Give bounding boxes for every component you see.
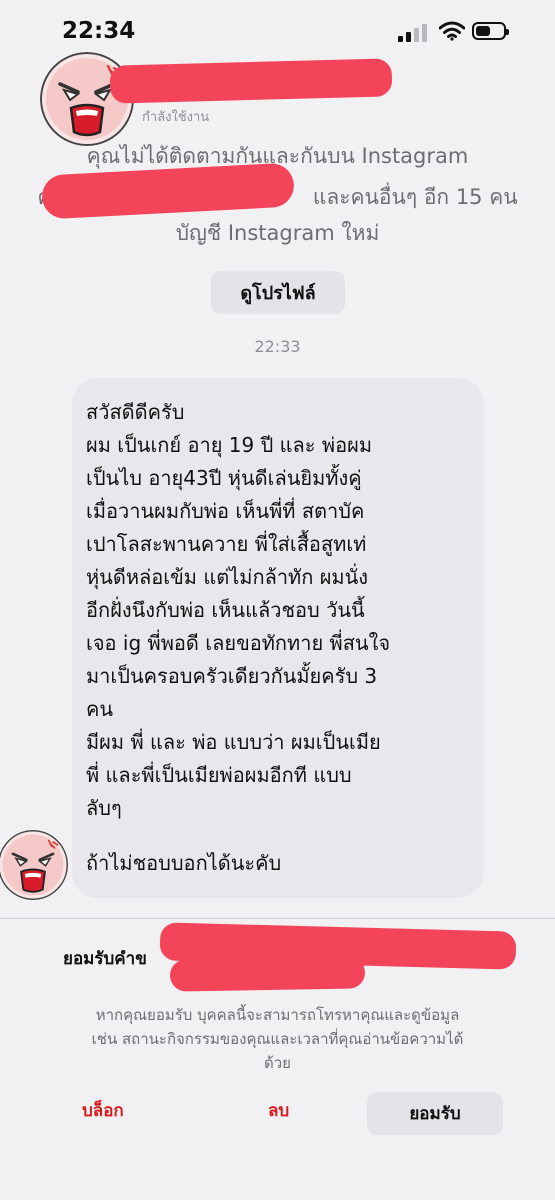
message-timestamp: 22:33 — [254, 337, 301, 356]
accept-button[interactable]: ยอมรับ — [367, 1092, 503, 1135]
message-line: สวัสดีดีครับ — [86, 400, 185, 424]
wifi-icon — [439, 21, 465, 41]
message-line: เจอ ig พี่พอดี เลยขอทักทาย พี่สนใจ — [86, 631, 391, 655]
message-line: อีกฝั่งนึงกับพ่อ เห็นแล้วชอบ วันนี้ — [86, 598, 365, 622]
battery-icon — [472, 22, 509, 40]
message-line: พี่ และพี่เป็นเมียพ่อผมอีกที แบบ — [86, 763, 352, 787]
follow-info-line2-suffix: และคนอื่นๆ อีก 15 คน — [312, 185, 518, 209]
message-line: เมื่อวานผมกับพ่อ เห็นพี่ที่ สตาบัค — [86, 499, 365, 523]
cellular-signal-icon — [398, 24, 428, 42]
message-line: มีผม พี่ และ พ่อ แบบว่า ผมเป็นเมีย — [86, 730, 381, 754]
accept-request-title: ยอมรับคำข — [63, 949, 147, 969]
request-description-line2: เช่น สถานะกิจกรรมของคุณและเวลาที่คุณอ่าน… — [91, 1030, 464, 1048]
redacted-username-mark — [109, 58, 393, 104]
delete-button[interactable]: ลบ — [262, 1096, 295, 1125]
message-closing-line: ถ้าไม่ชอบบอกได้นะคับ — [86, 851, 282, 875]
redacted-request-mark-2 — [169, 956, 366, 992]
sender-avatar[interactable] — [0, 830, 68, 900]
message-line: คน — [86, 697, 114, 721]
status-time: 22:34 — [62, 18, 136, 44]
message-line: เปาโลสะพานควาย พี่ใส่เสื้อสูทเท่ — [86, 532, 367, 556]
message-line: เป็นไบ อายุ43ปี หุ่นดีเล่นยิมทั้งคู่ — [86, 466, 362, 490]
message-line: หุ่นดีหล่อเข้ม แต่ไม่กล้าทัก ผมนั่ง — [86, 565, 369, 589]
new-account-line: บัญชี Instagram ใหม่ — [175, 221, 380, 245]
divider — [0, 918, 555, 919]
message-line: ลับๆ — [86, 796, 122, 820]
block-button[interactable]: บล็อก — [76, 1096, 130, 1125]
view-profile-button[interactable]: ดูโปรไฟล์ — [211, 271, 345, 314]
message-bubble: สวัสดีดีครับ ผม เป็นเกย์ อายุ 19 ปี และ … — [72, 378, 484, 898]
message-line: ผม เป็นเกย์ อายุ 19 ปี และ พ่อผม — [86, 433, 373, 457]
request-description-line3: ด้วย — [264, 1054, 291, 1072]
active-status: กำลังใช้งาน — [142, 110, 210, 125]
request-description-line1: หากคุณยอมรับ บุคคลนี้จะสามารถโทรหาคุณและ… — [95, 1006, 460, 1024]
message-line: มาเป็นครอบครัวเดียวกันมั้ยครับ 3 — [86, 664, 378, 688]
